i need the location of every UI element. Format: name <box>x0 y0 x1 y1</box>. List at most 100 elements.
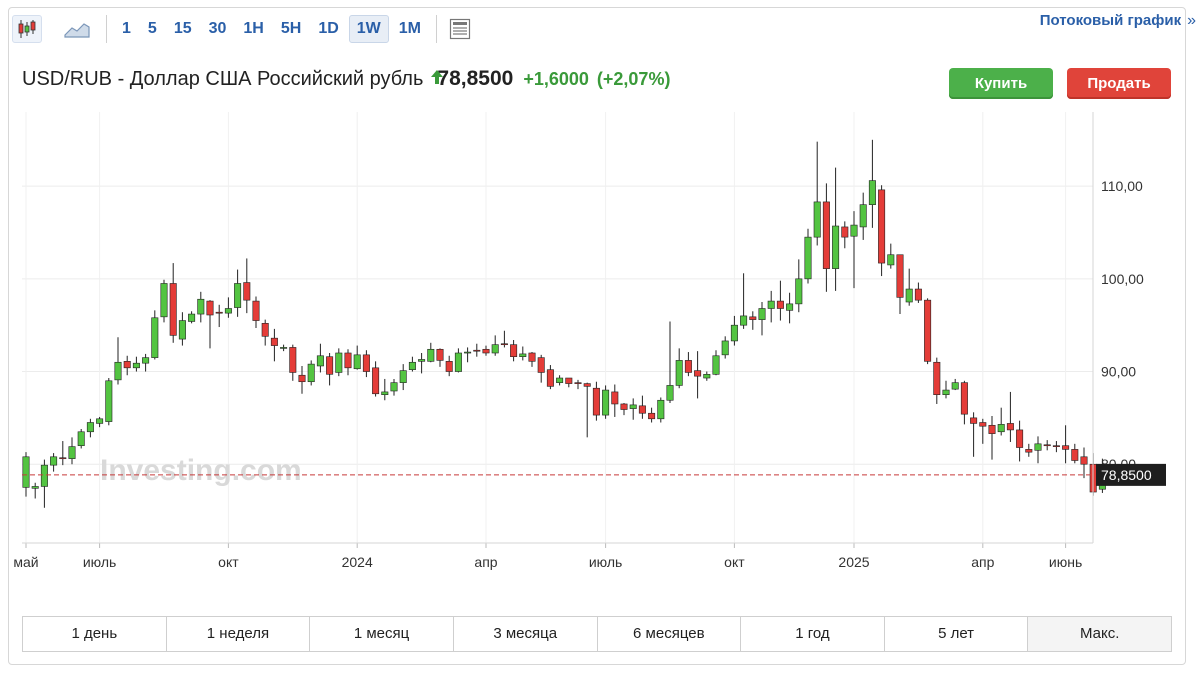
candle <box>105 378 113 426</box>
candle-body-up <box>316 355 324 367</box>
candle <box>666 321 674 404</box>
candle-body-up <box>491 344 499 354</box>
candle <box>565 377 573 388</box>
candle-body-up <box>40 464 48 487</box>
candle <box>464 347 472 363</box>
x-tick-label: июнь <box>1049 554 1082 570</box>
candle-body-up <box>942 389 950 395</box>
candle <box>519 346 527 361</box>
range-button[interactable]: 1 неделя <box>167 617 311 651</box>
candle-body-down <box>537 357 545 373</box>
candle <box>500 330 508 348</box>
candles <box>22 139 1106 508</box>
y-tick-label: 100,00 <box>1101 271 1144 287</box>
price-chart[interactable]: Investing.com 110,00100,0090,0080,00майи… <box>0 0 1200 681</box>
range-button[interactable]: Макс. <box>1028 617 1171 651</box>
candle <box>243 258 251 314</box>
candle-body-down <box>924 299 932 362</box>
candle-body-up <box>832 225 840 269</box>
candle <box>758 302 766 336</box>
candle-body-up <box>859 204 867 228</box>
candle-body-up <box>335 352 343 373</box>
candle <box>933 357 941 404</box>
candle-body-down <box>528 352 536 362</box>
candle-body-up <box>1034 443 1042 451</box>
candle-body-down <box>611 391 619 405</box>
candle-body-up <box>188 313 196 322</box>
candle-body-up <box>712 355 720 375</box>
candle <box>261 319 269 346</box>
candle-body-up <box>77 431 85 446</box>
candle <box>611 384 619 417</box>
range-button[interactable]: 5 лет <box>885 617 1029 651</box>
candle <box>537 354 545 383</box>
candle <box>381 378 389 401</box>
candle-body-down <box>970 417 978 424</box>
candle-body-down <box>565 377 573 384</box>
candle-body-down <box>123 361 131 369</box>
candle <box>372 361 380 397</box>
candle-body-down <box>592 387 600 416</box>
candle <box>592 381 600 421</box>
candle-body-up <box>997 424 1005 433</box>
candle-body-up <box>427 348 435 362</box>
candle-body-down <box>252 300 260 321</box>
candle-body-down <box>914 288 922 301</box>
candle-body-up <box>556 377 564 383</box>
candle <box>878 185 886 277</box>
candle-body-up <box>767 300 775 309</box>
candle <box>675 348 683 389</box>
candle <box>776 280 784 321</box>
candle-body-up <box>795 278 803 305</box>
candle <box>960 380 968 425</box>
y-tick-label: 90,00 <box>1101 364 1136 380</box>
candle <box>510 340 518 362</box>
candle <box>68 437 76 465</box>
candle <box>924 298 932 365</box>
x-tick-label: апр <box>971 554 994 570</box>
candle <box>749 311 757 330</box>
candle-body-down <box>270 337 278 346</box>
candle-body-up <box>868 180 876 205</box>
candle <box>1006 391 1014 442</box>
candle <box>620 403 628 416</box>
candle <box>31 482 39 499</box>
candle-body-down <box>749 316 757 320</box>
candle-body-down <box>546 369 554 387</box>
candle <box>123 355 131 376</box>
x-tick-label: 2025 <box>838 554 869 570</box>
candle <box>868 139 876 228</box>
candle <box>694 351 702 399</box>
candle-body-up <box>353 354 361 370</box>
candle <box>703 371 711 381</box>
candle <box>979 418 987 444</box>
candle <box>629 398 637 420</box>
candle-body-down <box>482 348 490 354</box>
range-button[interactable]: 6 месяцев <box>598 617 742 651</box>
candle <box>390 378 398 396</box>
candle-body-down <box>362 354 370 372</box>
x-tick-label: окт <box>724 554 745 570</box>
candle-body-down <box>988 424 996 434</box>
candle-body-up <box>418 359 426 362</box>
candle <box>1034 436 1042 464</box>
range-button[interactable]: 1 месяц <box>310 617 454 651</box>
candle-body-down <box>878 189 886 264</box>
candle <box>491 335 499 356</box>
candle-body-up <box>114 361 122 381</box>
candle-body-up <box>813 201 821 238</box>
candle <box>454 348 462 373</box>
candle <box>638 395 646 419</box>
candle-body-down <box>436 348 444 361</box>
candle-body-down <box>372 367 380 395</box>
range-button[interactable]: 1 год <box>741 617 885 651</box>
candle <box>169 263 177 343</box>
candle-body-down <box>326 356 334 375</box>
y-tick-label: 110,00 <box>1101 178 1143 194</box>
range-button[interactable]: 1 день <box>23 617 167 651</box>
candle <box>767 290 775 323</box>
candle <box>224 297 232 318</box>
range-button[interactable]: 3 месяца <box>454 617 598 651</box>
candle <box>822 183 830 292</box>
candle <box>270 328 278 362</box>
